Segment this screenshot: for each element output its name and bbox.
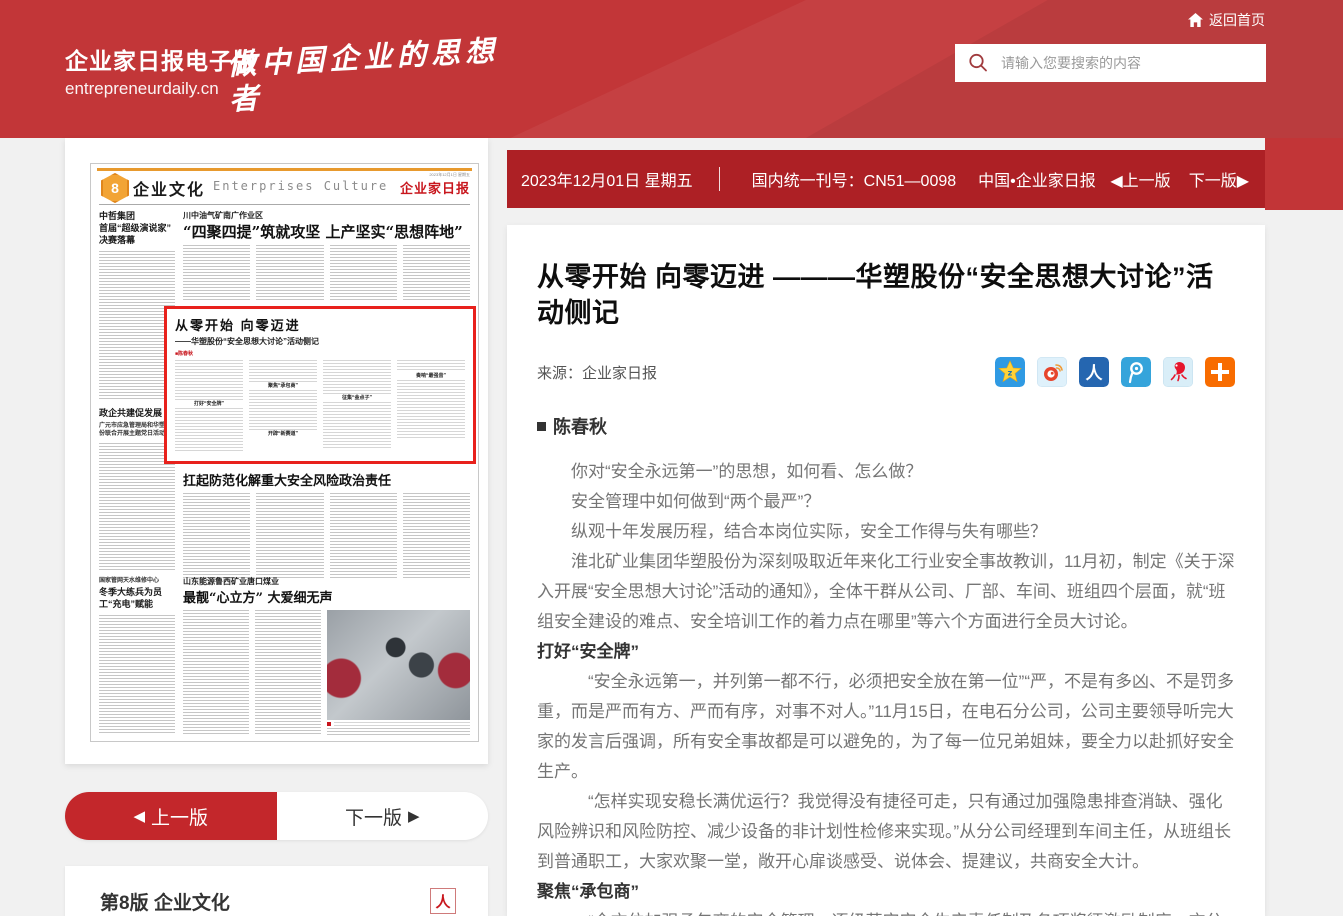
page: 企业家日报电子版 entrepreneurdaily.cn 做中国企业的思想者 … [0, 0, 1343, 916]
page-number-badge: 8 [101, 173, 129, 203]
page-list-item[interactable]: 第8版 企业文化 人 [65, 866, 488, 916]
paper-photo [327, 610, 470, 720]
prev-page-button[interactable]: ◀ 上一版 [65, 792, 277, 840]
article-subheading: 打好“安全牌” [537, 642, 639, 661]
share-bar: z 人 [995, 357, 1235, 387]
sina-weibo-share-icon[interactable] [1037, 357, 1067, 387]
article-body: 你对“安全永远第一”的思想，如何看、怎么做？ 安全管理中如何做到“两个最严”？ … [537, 457, 1235, 916]
prev-page-label: 上一版 [151, 807, 209, 829]
site-header: 企业家日报电子版 entrepreneurdaily.cn 做中国企业的思想者 … [0, 0, 1343, 138]
home-icon [1188, 13, 1203, 27]
paper-headline: 扛起防范化解重大安全风险政治责任 [183, 474, 392, 489]
highlight-subhead: 征集“金点子” [341, 395, 372, 401]
issue-page-nav: ◀上一版 下一版▶ [1110, 167, 1249, 191]
paper-headline: 冬季大练兵为员工“充电”赋能 [99, 586, 163, 609]
qzone-share-icon[interactable]: z [995, 357, 1025, 387]
article-author-row: 陈春秋 [537, 413, 1235, 439]
sim-text-columns [183, 493, 470, 579]
publication-number: 国内统一刊号：CN51—0098 [751, 173, 957, 190]
paper-top-rule [97, 168, 472, 171]
article-source-row: 来源：企业家日报 z 人 [537, 355, 1235, 389]
article-paragraph: 安全管理中如何做到“两个最严”？ [571, 492, 821, 511]
highlight-title: 从零开始 向零迈进 [175, 318, 301, 333]
thumbnail-pager: ◀ 上一版 下一版 ▶ [65, 792, 488, 840]
issue-prev-page-link[interactable]: ◀上一版 [1110, 167, 1170, 191]
article-paragraph: “全方位加强承包商的安全管理，逐级落实安全生产责任制及各项奖惩激励制度，充分发挥… [537, 907, 1235, 916]
next-page-label: 下一版 [344, 807, 402, 829]
paper-headline: 最靓“心立方” 大爱细无声 [183, 591, 333, 606]
back-to-home-label: 返回首页 [1209, 12, 1265, 28]
paper-photo-caption [327, 722, 470, 726]
author-bullet-marker [537, 421, 546, 431]
highlight-author: ■陈春秋 [175, 351, 194, 357]
paper-section-title: 企业文化 [133, 182, 206, 199]
article-paragraph: “怎样实现安稳长满优运行？我觉得没有捷径可走，只有通过加强隐患排查消缺、强化风险… [537, 792, 1232, 871]
paper-masthead: 2023年12月1日 星期五 企业家日报 [400, 172, 470, 197]
paper-kicker: 山东能源鲁西矿业唐口煤业 [183, 577, 279, 586]
paper-bottom-story: 山东能源鲁西矿业唐口煤业 最靓“心立方” 大爱细无声 [183, 576, 470, 736]
sim-text-block [99, 615, 175, 736]
site-slogan: 做中国企业的思想者 [226, 33, 500, 117]
search-box[interactable] [955, 43, 1266, 83]
back-to-home-link[interactable]: 返回首页 [1188, 10, 1265, 30]
highlight-subtitle: ——华塑股份“安全思想大讨论”活动侧记 [175, 337, 319, 346]
article-paragraph: 你对“安全永远第一”的思想，如何看、怎么做？ [571, 462, 923, 481]
article-author: 陈春秋 [553, 417, 607, 437]
issue-bar-divider [718, 167, 720, 191]
paper-kicker: 川中油气矿南广作业区 [183, 211, 263, 220]
newspaper-page-thumbnail-panel: 8 企业文化 Enterprises Culture 2023年12月1日 星期… [65, 138, 488, 764]
article-paragraph: “安全永远第一，并列第一都不行，必须把安全放在第一位”“严，不是有多凶、不是罚多… [537, 672, 1234, 781]
paper-headline: 首届“超级演说家” [99, 223, 172, 234]
right-arrow-icon: ▶ [407, 807, 420, 825]
caption-marker [327, 722, 331, 726]
search-icon[interactable] [967, 52, 989, 74]
paper-mid-story: 扛起防范化解重大安全风险政治责任 [183, 470, 470, 579]
next-page-button[interactable]: 下一版 ▶ [276, 792, 488, 840]
pdf-download-icon[interactable]: 人 [430, 888, 456, 914]
header-corner-decoration [1265, 138, 1343, 210]
pengyou-share-icon[interactable] [1121, 357, 1151, 387]
article-paragraph: 纵观十年发展历程，结合本岗位实际，安全工作得与失有哪些？ [571, 522, 1047, 541]
highlight-subhead: 聚焦“承包商” [267, 383, 298, 389]
highlight-subhead: 奏响“最强音” [415, 373, 446, 379]
article-panel: 从零开始 向零迈进 ———华塑股份“安全思想大讨论”活动侧记 来源：企业家日报 … [507, 225, 1265, 916]
highlight-columns: 打好“安全牌” 聚焦“承包商” 开辟“新赛道” 征集“金点子” 奏响“最强音” [175, 360, 465, 453]
renren-share-icon[interactable]: 人 [1079, 357, 1109, 387]
newspaper-page-thumbnail[interactable]: 8 企业文化 Enterprises Culture 2023年12月1日 星期… [90, 163, 479, 742]
paper-left-column: 中哲集团 首届“超级演说家” 决赛落幕 政企共建促发展 广元市应急管理局和华塑股… [99, 210, 175, 736]
left-arrow-icon: ◀ [133, 807, 146, 825]
paper-main-headline: “四聚四提”筑就攻坚 上产坚实“思想阵地” [183, 223, 463, 241]
svg-text:z: z [1008, 369, 1013, 378]
issue-next-page-link[interactable]: 下一版▶ [1189, 167, 1249, 191]
search-input[interactable] [999, 43, 1266, 83]
highlight-subhead: 打好“安全牌” [193, 401, 224, 407]
paper-header-divider [99, 204, 470, 205]
article-paragraph: 淮北矿业集团华塑股份为深刻吸取近年来化工行业安全事故教训，11月初，制定《关于深… [537, 552, 1235, 631]
paper-section-title-en: Enterprises Culture [213, 179, 389, 193]
tencent-weibo-share-icon[interactable] [1163, 357, 1193, 387]
paper-kicker: 国家管网天水维修中心 [99, 578, 160, 585]
highlighted-article-box[interactable]: 从零开始 向零迈进 ——华塑股份“安全思想大讨论”活动侧记 ■陈春秋 打好“安全… [164, 306, 476, 464]
highlight-subhead: 开辟“新赛道” [267, 431, 298, 437]
publication-name: 中国•企业家日报 [978, 173, 1096, 190]
issue-date: 2023年12月01日 星期五 [521, 173, 693, 190]
paper-headline: 中哲集团 [99, 211, 136, 221]
article-source: 来源：企业家日报 [537, 364, 658, 382]
article-title: 从零开始 向零迈进 ———华塑股份“安全思想大讨论”活动侧记 [537, 262, 1214, 328]
more-share-icon[interactable] [1205, 357, 1235, 387]
sim-text-columns [183, 245, 470, 301]
paper-headline: 决赛落幕 [99, 235, 136, 246]
page-list-label: 第8版 企业文化 [100, 892, 230, 914]
issue-info-bar: 2023年12月01日 星期五 国内统一刊号：CN51—0098 中国•企业家日… [507, 150, 1265, 208]
paper-masthead-name: 企业家日报 [399, 181, 470, 197]
paper-main-column: 川中油气矿南广作业区 “四聚四提”筑就攻坚 上产坚实“思想阵地” [183, 210, 470, 301]
article-subheading: 聚焦“承包商” [537, 882, 639, 901]
svg-text:人: 人 [1086, 364, 1104, 384]
